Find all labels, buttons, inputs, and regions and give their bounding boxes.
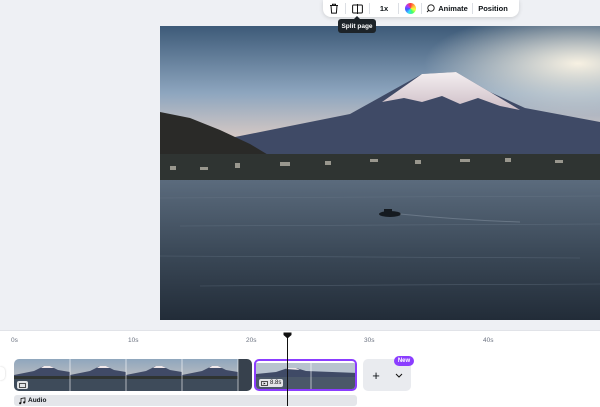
split-icon <box>352 3 363 14</box>
speed-button[interactable]: 1x <box>370 0 398 17</box>
animate-button[interactable]: Animate <box>422 0 472 17</box>
video-frame[interactable] <box>160 26 600 320</box>
audio-track[interactable]: Audio <box>14 395 357 406</box>
color-wheel-icon <box>404 3 416 14</box>
position-button[interactable]: Position <box>473 0 513 17</box>
playhead-line[interactable] <box>287 334 288 406</box>
video-icon <box>261 380 268 386</box>
chevron-down-icon[interactable] <box>395 373 403 378</box>
clip-duration-badge: 8.8s <box>259 379 284 387</box>
music-note-icon <box>19 396 26 404</box>
animate-icon <box>426 4 435 13</box>
animate-label: Animate <box>438 4 468 13</box>
editor-canvas <box>0 0 600 330</box>
element-toolbar: 1x Animate Position <box>323 0 519 17</box>
color-button[interactable] <box>399 0 421 17</box>
video-icon <box>19 382 26 388</box>
mount-fuji-lake-image <box>160 26 600 320</box>
clip-duration: 8.8s <box>270 380 282 386</box>
time-tick: 20s <box>246 337 257 344</box>
new-badge: New <box>394 356 414 366</box>
delete-button[interactable] <box>323 0 345 17</box>
time-tick: 0s <box>11 337 18 344</box>
time-tick: 40s <box>483 337 494 344</box>
video-clip-selected[interactable]: 8.8s <box>254 359 357 391</box>
timeline-panel: 0s 10s 20s 30s 40s 8.8s + New Audio <box>0 330 600 407</box>
clip-thumbnails <box>14 359 252 391</box>
trash-icon <box>330 3 338 14</box>
split-page-tooltip: Split page <box>338 16 376 33</box>
playhead-marker-icon[interactable] <box>283 332 292 339</box>
time-tick: 30s <box>364 337 375 344</box>
split-page-button[interactable] <box>346 0 369 17</box>
audio-label: Audio <box>28 397 47 404</box>
add-clip-button[interactable]: + <box>363 368 389 383</box>
time-tick: 10s <box>128 337 139 344</box>
timeline-scroll-handle[interactable] <box>0 367 5 380</box>
video-type-badge <box>17 381 28 389</box>
video-clip-1[interactable] <box>14 359 252 391</box>
